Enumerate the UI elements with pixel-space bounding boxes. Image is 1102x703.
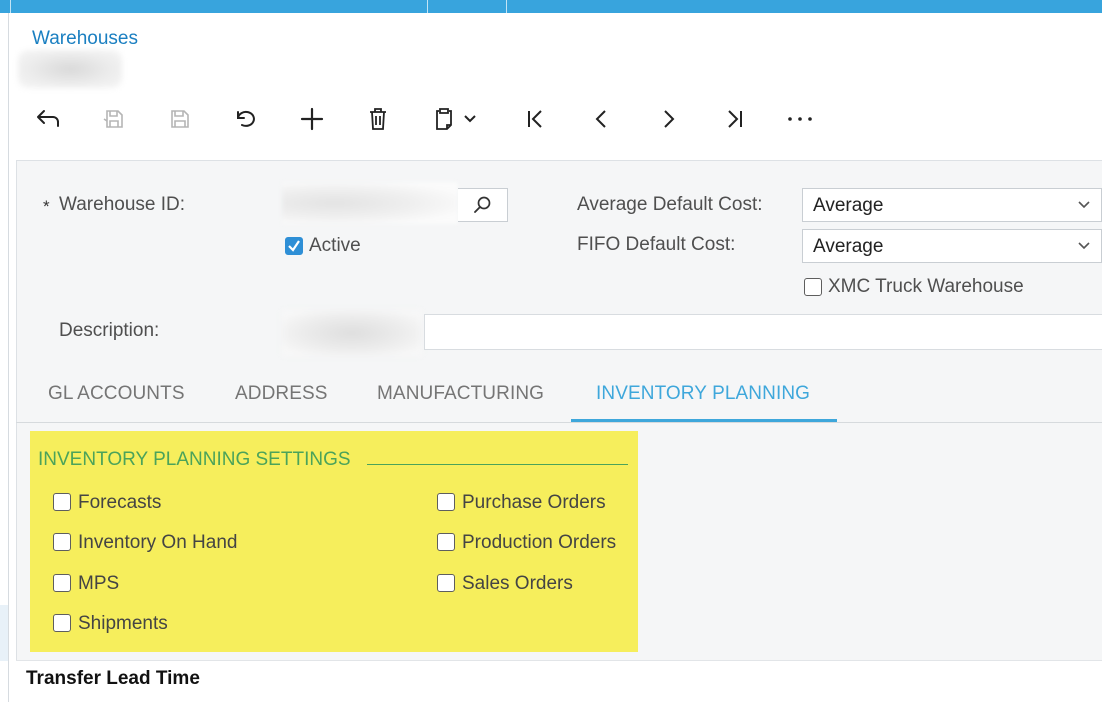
save-close-icon <box>103 110 123 128</box>
mps-checkbox[interactable] <box>53 574 71 592</box>
description-input[interactable] <box>424 314 1102 350</box>
tab-address[interactable]: ADDRESS <box>235 383 328 405</box>
clipboard-button[interactable] <box>424 96 464 142</box>
average-default-cost-value: Average <box>813 195 884 216</box>
next-record-button[interactable] <box>648 96 688 142</box>
undo-button[interactable] <box>226 96 266 142</box>
purchase-orders-label: Purchase Orders <box>462 492 606 513</box>
sales-orders-label: Sales Orders <box>462 573 573 594</box>
shipments-checkbox[interactable] <box>53 614 71 632</box>
save-icon <box>171 110 189 128</box>
tab-manufacturing[interactable]: MANUFACTURING <box>377 383 544 405</box>
last-record-icon <box>728 110 742 128</box>
section-title: INVENTORY PLANNING SETTINGS <box>38 449 351 470</box>
top-nav-separator <box>427 0 428 13</box>
forecasts-label: Forecasts <box>78 492 162 513</box>
first-record-icon <box>528 110 542 128</box>
production-orders-checkbox[interactable] <box>437 533 455 551</box>
save-close-button[interactable] <box>94 96 134 142</box>
chevron-down-icon <box>464 115 476 123</box>
clipboard-dropdown-button[interactable] <box>460 96 480 142</box>
more-actions-button[interactable] <box>780 96 820 142</box>
required-marker: * <box>43 197 50 216</box>
top-nav-separator <box>10 0 11 13</box>
section-title-rule <box>367 464 628 465</box>
save-button[interactable] <box>160 96 200 142</box>
xmc-truck-warehouse-checkbox[interactable] <box>804 278 822 296</box>
tab-gl-accounts[interactable]: GL ACCOUNTS <box>48 383 185 405</box>
tab-divider <box>16 422 1102 423</box>
left-nav-highlight <box>0 605 8 661</box>
average-default-cost-select[interactable]: Average <box>802 188 1102 222</box>
more-icon <box>788 117 812 121</box>
toolbar <box>0 96 1102 142</box>
top-nav-separator <box>506 0 507 13</box>
delete-button[interactable] <box>358 96 398 142</box>
inventory-on-hand-label: Inventory On Hand <box>78 532 238 553</box>
active-checkbox[interactable] <box>285 237 303 255</box>
inventory-on-hand-checkbox[interactable] <box>53 533 71 551</box>
chevron-down-icon <box>1078 201 1090 209</box>
shipments-label: Shipments <box>78 613 168 634</box>
description-value-redacted <box>282 310 422 356</box>
clipboard-icon <box>436 108 452 130</box>
fifo-default-cost-select[interactable]: Average <box>802 229 1102 263</box>
previous-record-button[interactable] <box>582 96 622 142</box>
tab-bar: GL ACCOUNTS ADDRESS MANUFACTURING INVENT… <box>16 370 1102 423</box>
tab-inventory-planning[interactable]: INVENTORY PLANNING <box>596 383 810 405</box>
chevron-down-icon <box>1078 242 1090 250</box>
plus-icon <box>300 107 324 131</box>
back-button[interactable] <box>28 96 68 142</box>
next-icon <box>664 110 675 128</box>
forecasts-checkbox[interactable] <box>53 493 71 511</box>
trash-icon <box>370 108 386 130</box>
sales-orders-checkbox[interactable] <box>437 574 455 592</box>
search-icon <box>473 196 490 213</box>
production-orders-label: Production Orders <box>462 532 617 553</box>
description-label: Description: <box>59 320 160 341</box>
back-arrow-icon <box>37 110 59 127</box>
checkmark-icon <box>288 240 300 252</box>
average-default-cost-label: Average Default Cost: <box>577 194 763 215</box>
fifo-default-cost-label: FIFO Default Cost: <box>577 234 736 255</box>
previous-icon <box>595 110 606 128</box>
mps-label: MPS <box>78 573 120 594</box>
xmc-truck-warehouse-label: XMC Truck Warehouse <box>828 276 1024 297</box>
fifo-default-cost-value: Average <box>813 236 884 257</box>
warehouse-id-field[interactable] <box>282 182 508 224</box>
screen-title-redacted <box>18 50 122 88</box>
transfer-lead-time-heading: Transfer Lead Time <box>26 668 200 689</box>
breadcrumb-warehouses[interactable]: Warehouses <box>32 28 138 50</box>
warehouse-id-search-button[interactable] <box>458 188 508 222</box>
add-button[interactable] <box>292 96 332 142</box>
top-nav-bar <box>0 0 1102 13</box>
purchase-orders-checkbox[interactable] <box>437 493 455 511</box>
last-record-button[interactable] <box>714 96 754 142</box>
active-label: Active <box>309 235 361 256</box>
warehouse-id-value-redacted <box>282 182 458 224</box>
first-record-button[interactable] <box>516 96 556 142</box>
undo-icon <box>237 110 255 127</box>
warehouse-id-label: Warehouse ID: <box>59 194 186 215</box>
